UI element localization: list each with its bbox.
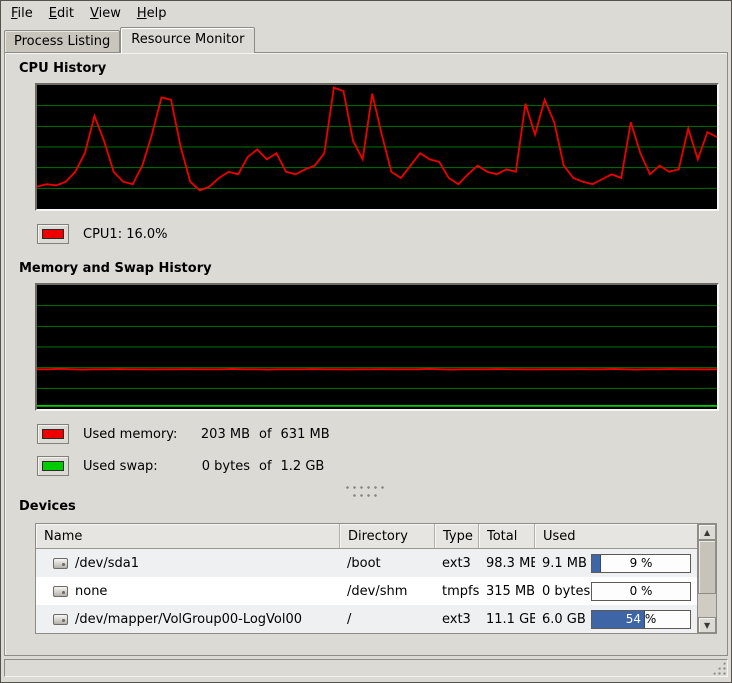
device-directory: /dev/shm bbox=[340, 584, 435, 599]
cpu-legend: CPU1: 16.0% bbox=[37, 223, 717, 245]
menu-help[interactable]: Help bbox=[129, 3, 175, 24]
swap-color-chip bbox=[42, 461, 64, 471]
drive-icon bbox=[53, 614, 68, 625]
usage-progress-fill: 54 % bbox=[592, 611, 645, 628]
pane-handle-dots bbox=[344, 485, 388, 490]
usage-progress-fill: 9 % bbox=[592, 555, 601, 572]
usage-progress-bar: 54 % 54 % bbox=[591, 610, 691, 629]
usage-progress-bar: 9 % 9 % bbox=[591, 554, 691, 573]
devices-title: Devices bbox=[15, 499, 717, 517]
memory-of-label: of bbox=[259, 427, 272, 442]
device-used: 0 bytes bbox=[542, 584, 590, 599]
memory-swap-plot bbox=[37, 285, 717, 409]
swap-legend-label: Used swap: bbox=[83, 459, 188, 474]
cpu-legend-label: CPU1: 16.0% bbox=[83, 227, 168, 242]
memory-used-value: 203 MB bbox=[188, 427, 250, 442]
memory-swap-history-title: Memory and Swap History bbox=[15, 261, 717, 279]
usage-progress-bar: 0 % 0 % bbox=[591, 582, 691, 601]
column-header-total[interactable]: Total bbox=[479, 524, 535, 548]
devices-table: Name Directory Type Total Used /dev/sda1… bbox=[35, 523, 698, 634]
device-type: ext3 bbox=[435, 612, 479, 627]
menu-edit[interactable]: Edit bbox=[41, 3, 82, 24]
device-total: 11.1 GB bbox=[479, 612, 535, 627]
cpu-history-title: CPU History bbox=[15, 61, 717, 79]
device-total: 315 MB bbox=[479, 584, 535, 599]
cpu-history-plot bbox=[37, 85, 717, 209]
column-header-used[interactable]: Used bbox=[535, 524, 697, 548]
drive-icon bbox=[53, 586, 68, 597]
table-row-dev-sda1[interactable]: /dev/sda1 /boot ext3 98.3 MB 9.1 MB 9 % … bbox=[36, 549, 697, 577]
memory-legend-swatch bbox=[37, 424, 69, 444]
tab-process-listing[interactable]: Process Listing bbox=[4, 30, 120, 52]
scrollbar-track[interactable] bbox=[698, 540, 716, 617]
resource-monitor-page: CPU History CPU1: 16.0% Memory and Swap … bbox=[4, 52, 728, 656]
memory-total-value: 631 MB bbox=[281, 427, 330, 442]
table-row-volgroup[interactable]: /dev/mapper/VolGroup00-LogVol00 / ext3 1… bbox=[36, 605, 697, 633]
tab-bar: Process Listing Resource Monitor bbox=[1, 26, 731, 53]
swap-legend-swatch bbox=[37, 456, 69, 476]
device-type: tmpfs bbox=[435, 584, 479, 599]
usage-percent-label: 9 % bbox=[592, 555, 601, 572]
device-name: /dev/mapper/VolGroup00-LogVol00 bbox=[75, 612, 302, 627]
resize-grip-icon[interactable] bbox=[712, 661, 726, 675]
column-header-directory[interactable]: Directory bbox=[340, 524, 435, 548]
device-directory: / bbox=[340, 612, 435, 627]
memory-swap-history-graph bbox=[35, 283, 719, 411]
menubar: File Edit View Help bbox=[1, 1, 731, 26]
column-header-type[interactable]: Type bbox=[435, 524, 479, 548]
menu-file[interactable]: File bbox=[3, 3, 41, 24]
tab-resource-monitor[interactable]: Resource Monitor bbox=[120, 27, 255, 53]
scroll-down-button[interactable]: ▼ bbox=[698, 617, 716, 633]
device-name: /dev/sda1 bbox=[75, 556, 139, 571]
cpu-legend-swatch bbox=[37, 224, 69, 244]
chevron-up-icon: ▲ bbox=[704, 528, 710, 537]
swap-legend: Used swap: 0 bytes of 1.2 GB bbox=[37, 455, 717, 477]
cpu-color-chip bbox=[42, 229, 64, 239]
chevron-down-icon: ▼ bbox=[704, 621, 710, 630]
memory-legend: Used memory: 203 MB of 631 MB bbox=[37, 423, 717, 445]
device-directory: /boot bbox=[340, 556, 435, 571]
devices-vertical-scrollbar[interactable]: ▲ ▼ bbox=[698, 523, 717, 634]
memory-legend-label: Used memory: bbox=[83, 427, 188, 442]
devices-table-header: Name Directory Type Total Used bbox=[36, 524, 697, 549]
usage-percent-label: 54 % bbox=[592, 611, 645, 628]
swap-of-label: of bbox=[259, 459, 272, 474]
drive-icon bbox=[53, 558, 68, 569]
system-monitor-window: File Edit View Help Process Listing Reso… bbox=[0, 0, 732, 683]
status-bar bbox=[4, 659, 728, 677]
cpu-history-graph bbox=[35, 83, 719, 211]
devices-table-zone: Name Directory Type Total Used /dev/sda1… bbox=[35, 523, 717, 634]
usage-percent-label: 0 % bbox=[592, 583, 690, 600]
swap-used-value: 0 bytes bbox=[188, 459, 250, 474]
device-name: none bbox=[75, 584, 107, 599]
scrollbar-thumb[interactable] bbox=[698, 540, 716, 594]
device-total: 98.3 MB bbox=[479, 556, 535, 571]
device-used: 9.1 MB bbox=[542, 556, 587, 571]
table-row-none[interactable]: none /dev/shm tmpfs 315 MB 0 bytes 0 % 0… bbox=[36, 577, 697, 605]
scroll-up-button[interactable]: ▲ bbox=[698, 524, 716, 540]
device-type: ext3 bbox=[435, 556, 479, 571]
device-used: 6.0 GB bbox=[542, 612, 586, 627]
menu-view[interactable]: View bbox=[82, 3, 129, 24]
pane-handle-dots bbox=[351, 493, 381, 498]
column-header-name[interactable]: Name bbox=[36, 524, 340, 548]
usage-percent-label: 9 % bbox=[592, 555, 690, 572]
pane-handle[interactable] bbox=[338, 485, 394, 499]
memory-color-chip bbox=[42, 429, 64, 439]
swap-total-value: 1.2 GB bbox=[281, 459, 325, 474]
